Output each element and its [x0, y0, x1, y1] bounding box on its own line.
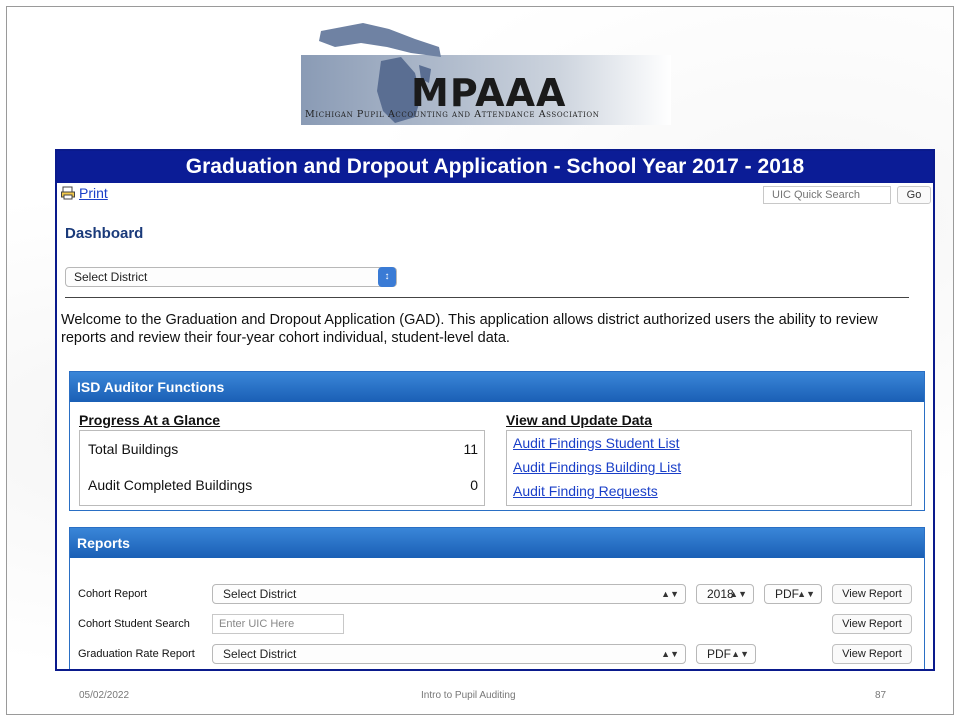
progress-at-a-glance-title: Progress At a Glance	[79, 412, 221, 428]
cohort-year-select[interactable]: 2018 ▲▼	[696, 584, 754, 604]
select-value: Select District	[223, 587, 297, 601]
glance-row-audit-completed: Audit Completed Buildings 0	[88, 477, 478, 493]
audit-finding-requests-link[interactable]: Audit Finding Requests	[513, 483, 658, 499]
glance-row-total-buildings: Total Buildings 11	[88, 441, 478, 457]
cohort-student-search-row: Cohort Student Search Enter UIC Here Vie…	[70, 614, 926, 638]
graduation-format-select[interactable]: PDF ▲▼	[696, 644, 756, 664]
footer-title: Intro to Pupil Auditing	[421, 690, 516, 701]
glance-label: Audit Completed Buildings	[88, 477, 253, 493]
audit-findings-student-list-link[interactable]: Audit Findings Student List	[513, 435, 680, 451]
select-caret-icon: ▲▼	[797, 589, 815, 599]
footer-page-number: 87	[875, 690, 887, 701]
isd-auditor-functions-panel: ISD Auditor Functions Progress At a Glan…	[69, 371, 925, 511]
view-update-data-box: Audit Findings Student List Audit Findin…	[506, 430, 912, 506]
print-icon	[61, 186, 75, 200]
audit-findings-building-list-link[interactable]: Audit Findings Building List	[513, 459, 681, 475]
report-label: Cohort Report	[78, 588, 148, 600]
select-caret-icon: ▲▼	[661, 649, 679, 659]
dashboard-heading: Dashboard	[65, 225, 144, 242]
graduation-rate-report-row: Graduation Rate Report Select District ▲…	[70, 644, 926, 668]
select-caret-icon: ▲▼	[731, 649, 749, 659]
glance-value: 11	[463, 441, 478, 457]
print-label: Print	[79, 185, 108, 201]
select-value: PDF	[775, 587, 799, 601]
glance-label: Total Buildings	[88, 441, 179, 457]
welcome-text: Welcome to the Graduation and Dropout Ap…	[61, 312, 878, 346]
view-report-button[interactable]: View Report	[832, 614, 912, 634]
application-title: Graduation and Dropout Application - Sch…	[57, 151, 933, 183]
reports-panel: Reports Cohort Report Select District ▲▼…	[69, 527, 926, 669]
district-select[interactable]: Select District ↕	[65, 267, 397, 287]
top-toolbar: Print Go	[57, 183, 933, 205]
divider	[65, 297, 909, 298]
cohort-district-select[interactable]: Select District ▲▼	[212, 584, 686, 604]
print-link[interactable]: Print	[61, 185, 108, 201]
progress-box: Total Buildings 11 Audit Completed Build…	[79, 430, 485, 506]
mpaaa-logo: MPAAA Michigan Pupil Accounting and Atte…	[291, 17, 671, 129]
enter-uic-input[interactable]: Enter UIC Here	[212, 614, 344, 634]
select-caret-icon: ▲▼	[661, 589, 679, 599]
gad-application-frame: Graduation and Dropout Application - Sch…	[55, 149, 935, 671]
select-caret-icon: ▲▼	[729, 589, 747, 599]
isd-panel-title: ISD Auditor Functions	[70, 372, 924, 402]
logo-full-name: Michigan Pupil Accounting and Attendance…	[305, 109, 600, 120]
glance-value: 0	[470, 477, 478, 493]
view-report-button[interactable]: View Report	[832, 584, 912, 604]
district-select-value: Select District	[74, 270, 148, 284]
cohort-format-select[interactable]: PDF ▲▼	[764, 584, 822, 604]
uic-quick-search-input[interactable]	[763, 186, 891, 204]
slide: MPAAA Michigan Pupil Accounting and Atte…	[6, 6, 954, 715]
select-value: PDF	[707, 647, 731, 661]
report-label: Graduation Rate Report	[78, 648, 195, 660]
select-arrows-icon: ↕	[378, 267, 396, 287]
view-and-update-data-title: View and Update Data	[506, 412, 653, 428]
graduation-district-select[interactable]: Select District ▲▼	[212, 644, 686, 664]
cohort-report-row: Cohort Report Select District ▲▼ 2018 ▲▼…	[70, 584, 926, 608]
view-report-button[interactable]: View Report	[832, 644, 912, 664]
select-value: Select District	[223, 647, 297, 661]
footer-date: 05/02/2022	[79, 690, 130, 701]
reports-panel-title: Reports	[70, 528, 924, 558]
go-button[interactable]: Go	[897, 186, 931, 204]
report-label: Cohort Student Search	[78, 618, 190, 630]
